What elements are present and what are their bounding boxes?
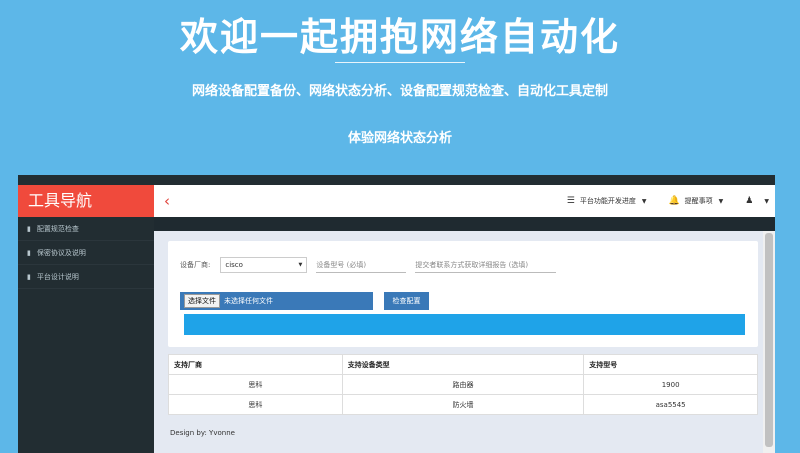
table-cell: 1900 [583,374,758,395]
file-input[interactable]: 选择文件 未选择任何文件 [180,292,373,310]
nav-user-menu[interactable]: ♟ ▼ [745,196,769,206]
caret-down-icon: ▼ [718,197,724,205]
file-icon: ▮ [27,248,31,257]
sidebar-item-label: 平台设计说明 [36,272,79,281]
bell-icon: 🔔 [668,196,680,206]
sidebar-item-label: 配置规范检查 [36,224,79,233]
table-cell: 思科 [168,394,343,415]
sidebar-item-design[interactable]: ▮ 平台设计说明 [18,265,154,289]
nav-progress-menu[interactable]: ☰ 平台功能开发进度 ▼ [567,196,647,206]
sidebar-item-privacy[interactable]: ▮ 保密协议及说明 [18,241,154,265]
table-cell: asa5545 [583,394,758,415]
support-table: 支持厂商 支持设备类型 支持型号 思科 路由器 1900 思科 防火墙 asa5… [168,354,758,415]
table-row: 思科 防火墙 asa5545 [168,394,758,415]
table-cell: 思科 [168,374,343,395]
nav-reminders-label: 提醒事项 [684,197,713,205]
caret-down-icon: ▼ [764,197,769,205]
column-header: 支持厂商 [168,354,343,375]
model-input[interactable]: 设备型号 (必填) [316,257,407,273]
analysis-link[interactable]: 体验网络状态分析 [0,127,800,146]
navbar: ‹ ☰ 平台功能开发进度 ▼ 🔔 提醒事项 ▼ ♟ ▼ [154,185,775,217]
user-icon: ♟ [745,196,754,206]
file-status: 未选择任何文件 [224,297,273,305]
sidebar-item-label: 保密协议及说明 [36,248,86,257]
chevron-left-icon[interactable]: ‹ [164,192,170,210]
file-icon: ▮ [27,224,31,233]
vendor-select[interactable]: cisco ▼ [220,257,308,273]
column-header: 支持型号 [583,354,758,375]
nav-progress-label: 平台功能开发进度 [579,197,636,205]
brand-logo[interactable]: 工具导航 [18,185,154,217]
check-config-button[interactable]: 检查配置 [384,292,429,310]
table-header-row: 支持厂商 支持设备类型 支持型号 [168,354,758,375]
page-title: 欢迎一起拥抱网络自动化 [179,15,620,59]
content-header-band [154,217,775,231]
vendor-select-value: cisco [225,261,243,269]
caret-down-icon: ▼ [641,197,647,205]
scrollbar-thumb[interactable] [765,233,773,447]
table-cell: 路由器 [341,374,585,395]
app-topbar [18,175,775,185]
sidebar-item-config-check[interactable]: ▮ 配置规范检查 [18,217,154,241]
app-window: 工具导航 ‹ ☰ 平台功能开发进度 ▼ 🔔 提醒事项 ▼ ♟ ▼ ▮ 配置规范检… [18,175,775,453]
footer-credit: Design by: Yvonne [170,429,235,437]
form-row: 设备厂商: cisco ▼ 设备型号 (必填) 提交者联系方式获取详细报告 (选… [180,257,557,273]
choose-file-button[interactable]: 选择文件 [184,294,220,308]
page-subtitle: 网络设备配置备份、网络状态分析、设备配置规范检查、自动化工具定制 [191,84,608,99]
config-check-panel: 设备厂商: cisco ▼ 设备型号 (必填) 提交者联系方式获取详细报告 (选… [168,241,758,347]
vendor-label: 设备厂商: [180,261,211,269]
file-row: 选择文件 未选择任何文件 检查配置 [180,292,429,310]
table-row: 思科 路由器 1900 [168,374,758,395]
progress-bar [184,314,745,335]
file-icon: ▮ [27,272,31,281]
nav-reminders-menu[interactable]: 🔔 提醒事项 ▼ [668,196,723,206]
column-header: 支持设备类型 [341,354,585,375]
title-divider [335,62,465,63]
scrollbar[interactable] [763,231,775,453]
sidebar: ▮ 配置规范检查 ▮ 保密协议及说明 ▮ 平台设计说明 [18,217,154,453]
table-cell: 防火墙 [341,394,585,415]
email-input[interactable]: 提交者联系方式获取详细报告 (选填) [415,257,557,273]
list-icon: ☰ [566,196,575,206]
caret-down-icon: ▼ [298,262,303,268]
